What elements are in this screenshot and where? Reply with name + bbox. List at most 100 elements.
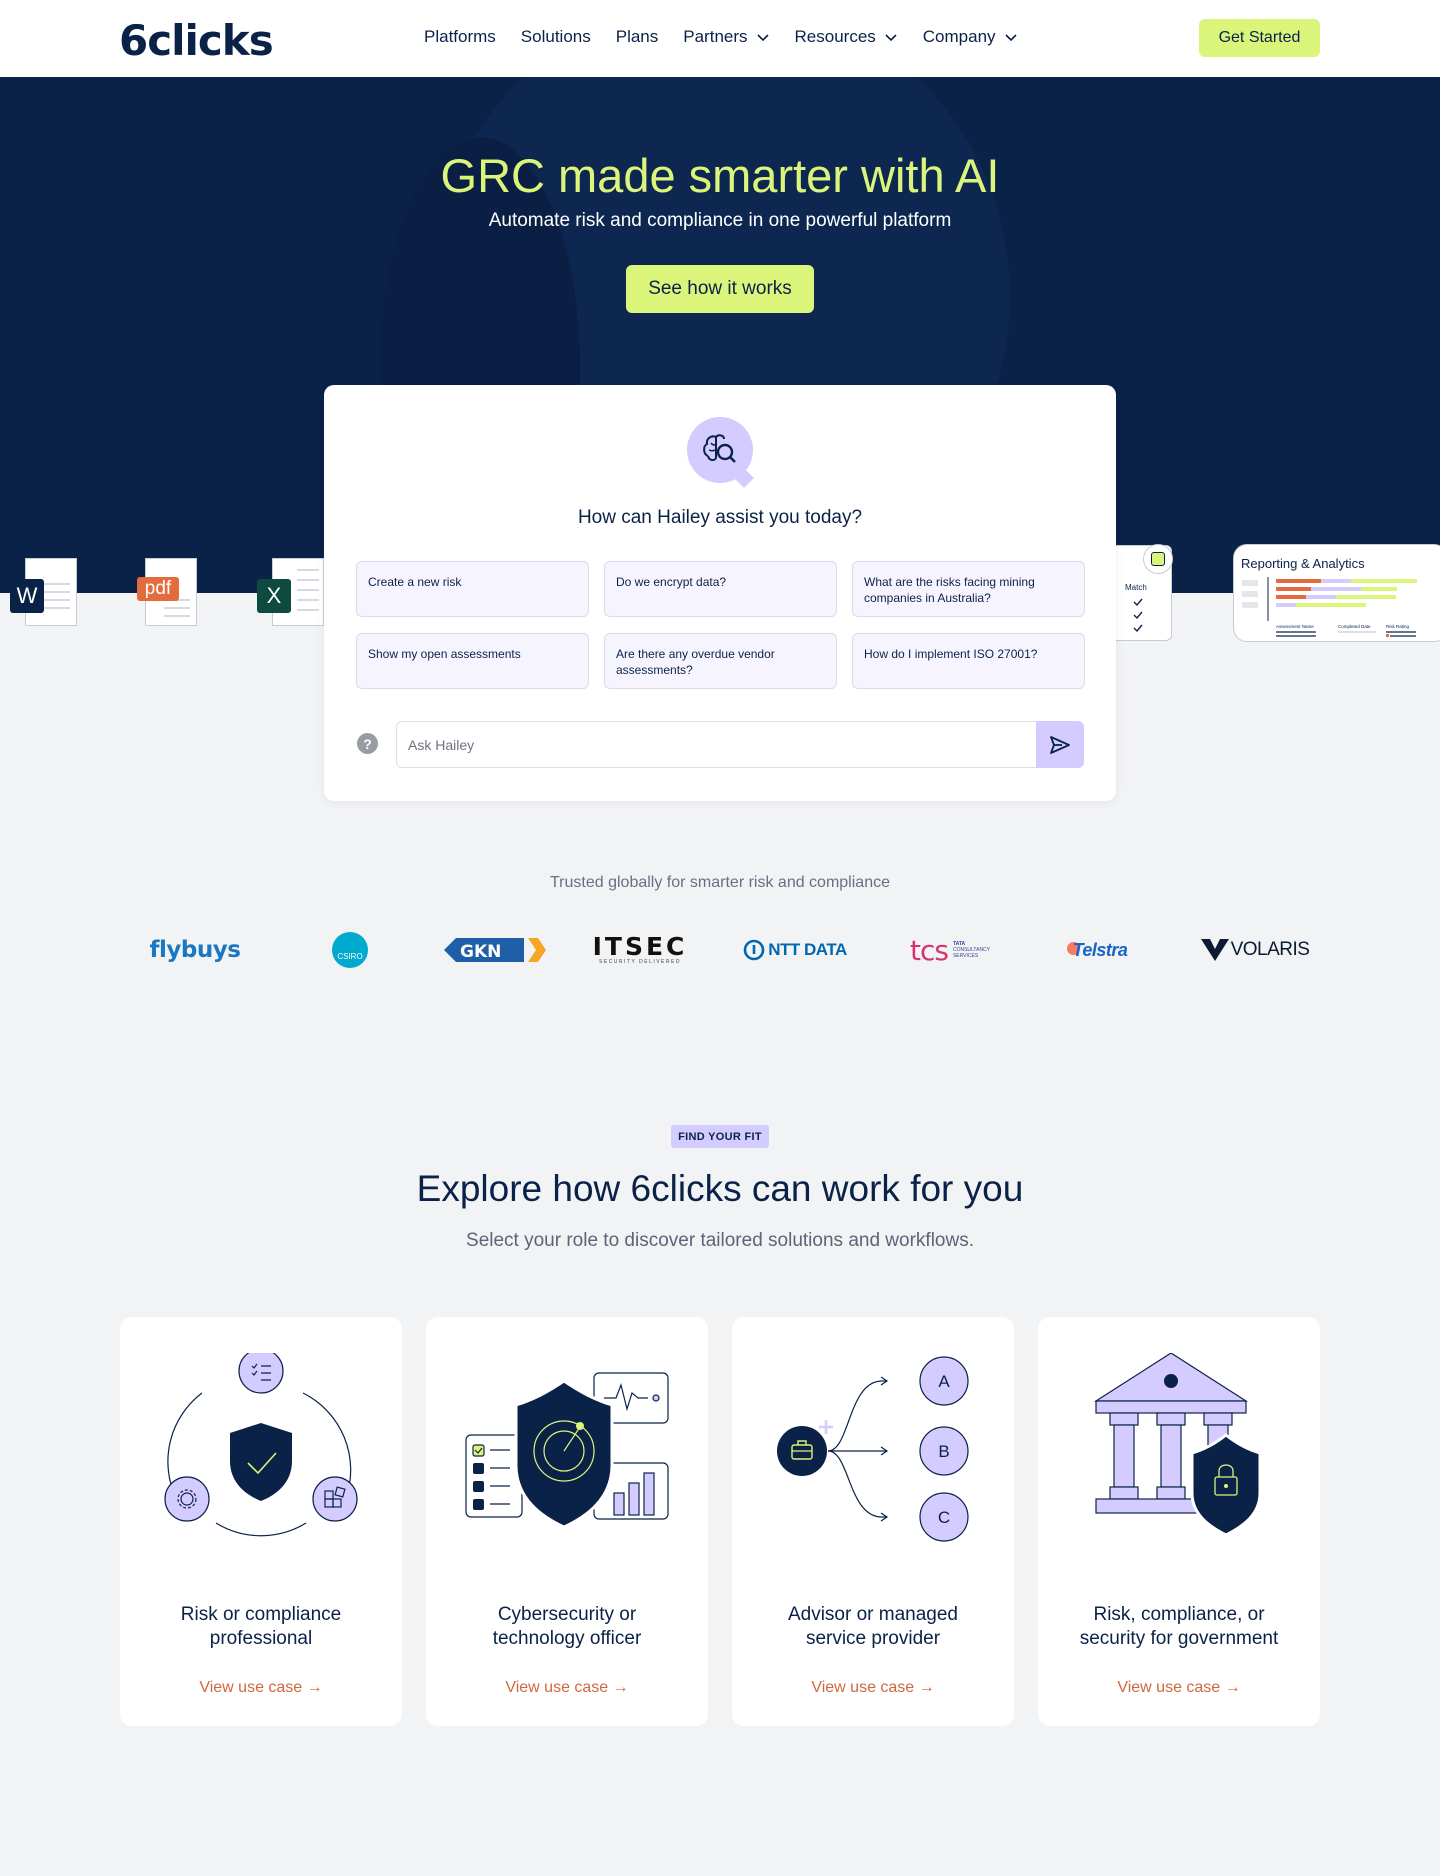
nav-company[interactable]: Company [923,27,1018,47]
telstra-logo: Telstra [1050,930,1150,970]
reporting-chart: Assessment Name Completed Date Risk Rati… [1242,577,1417,637]
brain-search-icon [703,434,736,463]
tcs-logo-text: tcs [909,933,949,967]
role-card-advisor[interactable]: A B C Advisor or managed service provide… [732,1317,1014,1726]
role-title-line: security for government [1079,1628,1279,1649]
reporting-analytics-card: Reporting & Analytics Assessment Name Co… [1233,544,1440,642]
advisor-branching-illustration: A B C [777,1356,969,1542]
ntt-data-mark [743,939,765,961]
hero-title: GRC made smarter with AI [440,149,1000,202]
suggestion-chip[interactable]: Create a new risk [356,561,589,617]
role-title-line: Cybersecurity or [497,1604,637,1625]
nav-solutions-label: Solutions [520,27,591,46]
nav-partners-label: Partners [683,27,748,46]
ntt-data-text: NTT DATA [768,940,847,959]
ask-hailey-input[interactable] [396,721,1039,768]
role-title: Advisor or managed service provider [732,1603,1014,1651]
tcs-logo: tcs TATA CONSULTANCY SERVICES [900,930,1000,970]
nav-plans[interactable]: Plans [616,27,659,47]
suggestion-chip[interactable]: How do I implement ISO 27001? [852,633,1085,689]
hailey-chat-card: How can Hailey assist you today? Create … [324,385,1116,801]
gkn-logo: GKN [440,930,550,970]
reporting-col-1: Assessment Name [1276,624,1314,629]
csiro-logo-text: CSIRO [337,952,363,961]
match-avatar [1143,544,1173,574]
view-use-case-link[interactable]: View use case → [120,1679,402,1697]
top-navigation: 6clicks Platforms Solutions Plans Partne… [0,0,1440,77]
suggestion-chip[interactable]: Are there any overdue vendor assessments… [604,633,837,689]
view-use-case-link[interactable]: View use case → [732,1679,1014,1697]
role-title-line: service provider [805,1628,941,1649]
checkmarks-icon [1133,598,1143,633]
risk-cycle-illustration [164,1353,358,1537]
match-icon [1151,552,1165,566]
ntt-data-logo: NTT DATA [740,930,850,970]
reporting-col-3: Risk Rating [1386,624,1410,629]
role-title-line: technology officer [492,1628,642,1649]
trusted-by-text: Trusted globally for smarter risk and co… [550,874,890,891]
gkn-logo-text: GKN [460,942,501,962]
fit-title: Explore how 6clicks can work for you [416,1168,1024,1209]
hero-subtitle: Automate risk and compliance in one powe… [488,210,952,231]
role-title-line: Advisor or managed [787,1604,959,1625]
6clicks-logo[interactable]: 6clicks [119,16,274,65]
tcs-tagline-line: SERVICES [952,953,979,959]
send-icon [1050,735,1070,754]
option-c-label: C [938,1508,950,1527]
help-icon[interactable]: ? [357,733,378,754]
tcs-tagline: TATA CONSULTANCY SERVICES [953,941,990,959]
role-title-line: professional [209,1628,313,1649]
csiro-logo: CSIRO [320,930,380,970]
view-use-case-link[interactable]: View use case → [426,1679,708,1697]
nav-platforms[interactable]: Platforms [424,27,496,47]
suggestion-chip[interactable]: Show my open assessments [356,633,589,689]
hailey-avatar [687,417,754,488]
volaris-mark [1200,939,1229,961]
nav-platforms-label: Platforms [424,27,496,46]
word-badge: W [10,579,44,613]
nav-solutions[interactable]: Solutions [521,27,591,47]
role-title-line: Risk, compliance, or [1093,1604,1265,1625]
telstra-logo-text: Telstra [1072,939,1128,960]
nav-company-label: Company [922,27,996,46]
itsec-logo: ITSEC SECURITY DELIVERED [590,930,690,970]
chevron-down-icon [885,34,897,42]
bubble-tail [734,468,754,488]
match-label: Match [1125,583,1147,592]
chevron-down-icon [1004,34,1017,42]
pdf-badge: pdf [137,577,179,601]
hailey-question: How can Hailey assist you today? [577,507,863,528]
fit-subtitle: Select your role to discover tailored so… [466,1230,974,1251]
role-title: Risk or compliance professional [120,1603,402,1651]
volaris-logo: VOLARIS [1195,930,1315,970]
csiro-logo-badge: CSIRO [332,932,368,968]
flybuys-logo-text: flybuys [149,937,241,963]
telstra-logo-wordmark: Telstra [1066,939,1128,961]
nav-partners[interactable]: Partners [683,27,769,47]
reporting-title: Reporting & Analytics [1241,556,1365,571]
role-title-line: Risk or compliance [180,1604,342,1625]
chevron-down-icon [756,34,769,42]
see-how-it-works-button[interactable]: See how it works [626,265,814,313]
get-started-button[interactable]: Get Started [1199,19,1320,57]
gkn-mark: GKN [444,938,546,962]
role-title: Cybersecurity or technology officer [426,1603,708,1651]
suggestion-chip[interactable]: What are the risks facing mining compani… [852,561,1085,617]
role-card-government[interactable]: Risk, compliance, or security for govern… [1038,1317,1320,1726]
suggestion-chip[interactable]: Do we encrypt data? [604,561,837,617]
role-title: Risk, compliance, or security for govern… [1038,1603,1320,1651]
match-card: Match [1110,544,1173,641]
option-a-label: A [938,1372,950,1391]
itsec-tagline: SECURITY DELIVERED [599,959,681,965]
customer-logos: flybuys CSIRO GKN ITSEC SECURITY DELIVER… [120,930,1320,970]
role-card-risk-compliance[interactable]: Risk or compliance professional View use… [120,1317,402,1726]
nav-plans-label: Plans [615,27,659,46]
nav-resources[interactable]: Resources [795,27,898,47]
reporting-col-2: Completed Date [1338,624,1371,629]
cybersecurity-illustration [465,1372,669,1529]
view-use-case-link[interactable]: View use case → [1038,1679,1320,1697]
send-button[interactable] [1036,721,1084,768]
itsec-logo-text: ITSEC [592,932,688,961]
nav-resources-label: Resources [794,27,876,46]
role-card-cybersecurity[interactable]: Cybersecurity or technology officer View… [426,1317,708,1726]
